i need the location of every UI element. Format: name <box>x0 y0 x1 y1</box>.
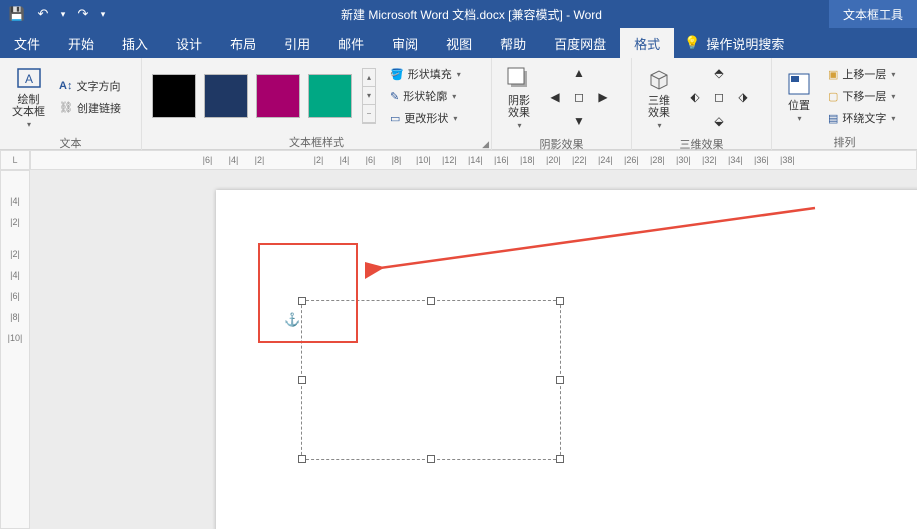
gallery-up-button[interactable]: ▴ <box>363 69 375 87</box>
send-backward-button[interactable]: ▢ 下移一层▾ <box>824 86 899 106</box>
gallery-scroll: ▴ ▾ ⎯ <box>362 68 376 124</box>
wrap-text-button[interactable]: ▤ 环绕文字▾ <box>824 108 899 128</box>
group-textbox-styles: ▴ ▾ ⎯ 🪣 形状填充▾ ✎ 形状轮廓▾ ▭ 更改形状▾ 文本框样式◢ <box>142 58 492 150</box>
shape-fill-button[interactable]: 🪣 形状填充▾ <box>386 64 465 84</box>
tab-insert[interactable]: 插入 <box>108 28 162 58</box>
undo-button[interactable]: ↶ <box>32 3 54 25</box>
bring-forward-button[interactable]: ▣ 上移一层▾ <box>824 64 899 84</box>
title-bar: 💾 ↶ ▾ ↷ ▾ 新建 Microsoft Word 文档.docx [兼容模… <box>0 0 917 28</box>
chevron-down-icon: ▾ <box>27 120 31 129</box>
tab-file[interactable]: 文件 <box>0 28 54 58</box>
lightbulb-icon: 💡 <box>684 35 700 51</box>
tab-review[interactable]: 审阅 <box>378 28 432 58</box>
bring-forward-icon: ▣ <box>828 68 838 81</box>
window-title: 新建 Microsoft Word 文档.docx [兼容模式] - Word <box>114 6 829 23</box>
shadow-effect-button[interactable]: 阴影 效果 ▾ <box>498 63 540 132</box>
fill-icon: 🪣 <box>390 68 404 81</box>
wrap-text-icon: ▤ <box>828 112 838 125</box>
group-label-styles: 文本框样式◢ <box>142 134 491 150</box>
nudge-shadow-up[interactable]: ▲ <box>568 62 590 84</box>
dialog-launcher-icon[interactable]: ◢ <box>482 139 489 150</box>
style-gallery <box>148 70 356 122</box>
ruler-corner[interactable]: L <box>0 150 30 170</box>
group-text: A 绘制 文本框 ▾ A↕ 文字方向 ⛓ 创建链接 文本 <box>0 58 142 150</box>
draw-textbox-button[interactable]: A 绘制 文本框 ▾ <box>6 62 51 131</box>
nudge-shadow-down[interactable]: ▼ <box>568 110 590 132</box>
ruler-row: L |6||4||2| |2||4||6||8||10||12||14||16|… <box>0 150 917 170</box>
vertical-ruler[interactable]: |4||2||2||4||6||8||10| <box>0 170 30 529</box>
annotation-highlight-box <box>258 243 358 343</box>
resize-handle-bottom-left[interactable] <box>298 455 306 463</box>
cube-icon <box>645 65 673 93</box>
group-3d: 三维 效果 ▾ ⬘ ⬖ ◻ ⬗ ⬙ 三维效果 <box>632 58 772 150</box>
tell-me-search[interactable]: 💡 操作说明搜索 <box>684 28 784 58</box>
resize-handle-bottom[interactable] <box>427 455 435 463</box>
3d-effect-button[interactable]: 三维 效果 ▾ <box>638 63 680 132</box>
group-label-arrange: 排列 <box>772 134 917 150</box>
outline-icon: ✎ <box>390 90 399 103</box>
horizontal-ruler[interactable]: |6||4||2| |2||4||6||8||10||12||14||16||1… <box>30 150 917 170</box>
position-icon <box>785 70 813 98</box>
resize-handle-top-right[interactable] <box>556 297 564 305</box>
resize-handle-bottom-right[interactable] <box>556 455 564 463</box>
style-swatch-3[interactable] <box>256 74 300 118</box>
tilt-left[interactable]: ⬖ <box>684 86 706 108</box>
change-shape-button[interactable]: ▭ 更改形状▾ <box>386 108 465 128</box>
qat-customize-dropdown[interactable]: ▾ <box>98 3 108 25</box>
style-swatch-4[interactable] <box>308 74 352 118</box>
tab-format[interactable]: 格式 <box>620 28 674 58</box>
change-shape-icon: ▭ <box>390 112 400 125</box>
style-swatch-2[interactable] <box>204 74 248 118</box>
create-link-button[interactable]: ⛓ 创建链接 <box>55 98 125 118</box>
resize-handle-left[interactable] <box>298 376 306 384</box>
shape-outline-button[interactable]: ✎ 形状轮廓▾ <box>386 86 465 106</box>
tilt-right[interactable]: ⬗ <box>732 86 754 108</box>
resize-handle-top[interactable] <box>427 297 435 305</box>
tilt-down[interactable]: ⬙ <box>708 110 730 132</box>
gallery-more-button[interactable]: ⎯ <box>363 105 375 123</box>
text-direction-button[interactable]: A↕ 文字方向 <box>55 76 125 96</box>
textbox-icon: A <box>15 64 43 92</box>
link-icon: ⛓ <box>59 101 73 114</box>
tab-references[interactable]: 引用 <box>270 28 324 58</box>
tab-layout[interactable]: 布局 <box>216 28 270 58</box>
ribbon: A 绘制 文本框 ▾ A↕ 文字方向 ⛓ 创建链接 文本 <box>0 58 917 150</box>
tab-baidu[interactable]: 百度网盘 <box>540 28 620 58</box>
redo-button[interactable]: ↷ <box>72 3 94 25</box>
annotation-arrow <box>365 200 825 280</box>
group-arrange: 位置 ▾ ▣ 上移一层▾ ▢ 下移一层▾ ▤ 环绕文字▾ 排列 <box>772 58 917 150</box>
document-canvas[interactable]: ⚓ <box>30 170 917 529</box>
tab-design[interactable]: 设计 <box>162 28 216 58</box>
tab-mailings[interactable]: 邮件 <box>324 28 378 58</box>
undo-dropdown[interactable]: ▾ <box>58 3 68 25</box>
tilt-up[interactable]: ⬘ <box>708 62 730 84</box>
resize-handle-right[interactable] <box>556 376 564 384</box>
nudge-shadow-left[interactable]: ◀ <box>544 86 566 108</box>
position-button[interactable]: 位置 ▾ <box>778 68 820 125</box>
send-backward-icon: ▢ <box>828 90 838 103</box>
quick-access-toolbar: 💾 ↶ ▾ ↷ ▾ <box>0 3 114 25</box>
tab-view[interactable]: 视图 <box>432 28 486 58</box>
svg-text:A: A <box>24 72 32 86</box>
save-button[interactable]: 💾 <box>6 3 28 25</box>
tab-home[interactable]: 开始 <box>54 28 108 58</box>
tell-me-label: 操作说明搜索 <box>706 34 784 53</box>
shadow-toggle[interactable]: ◻ <box>568 86 590 108</box>
style-swatch-1[interactable] <box>152 74 196 118</box>
nudge-shadow-right[interactable]: ▶ <box>592 86 614 108</box>
group-shadow: 阴影 效果 ▾ ▲ ◀ ◻ ▶ ▼ 阴影效果 <box>492 58 632 150</box>
3d-toggle[interactable]: ◻ <box>708 86 730 108</box>
work-area: |4||2||2||4||6||8||10| ⚓ <box>0 170 917 529</box>
shadow-icon <box>505 65 533 93</box>
gallery-down-button[interactable]: ▾ <box>363 87 375 105</box>
text-direction-icon: A↕ <box>59 80 72 92</box>
tab-help[interactable]: 帮助 <box>486 28 540 58</box>
ribbon-tabs: 文件 开始 插入 设计 布局 引用 邮件 审阅 视图 帮助 百度网盘 格式 💡 … <box>0 28 917 58</box>
contextual-tab-label: 文本框工具 <box>829 0 917 28</box>
group-label-text: 文本 <box>0 135 141 151</box>
